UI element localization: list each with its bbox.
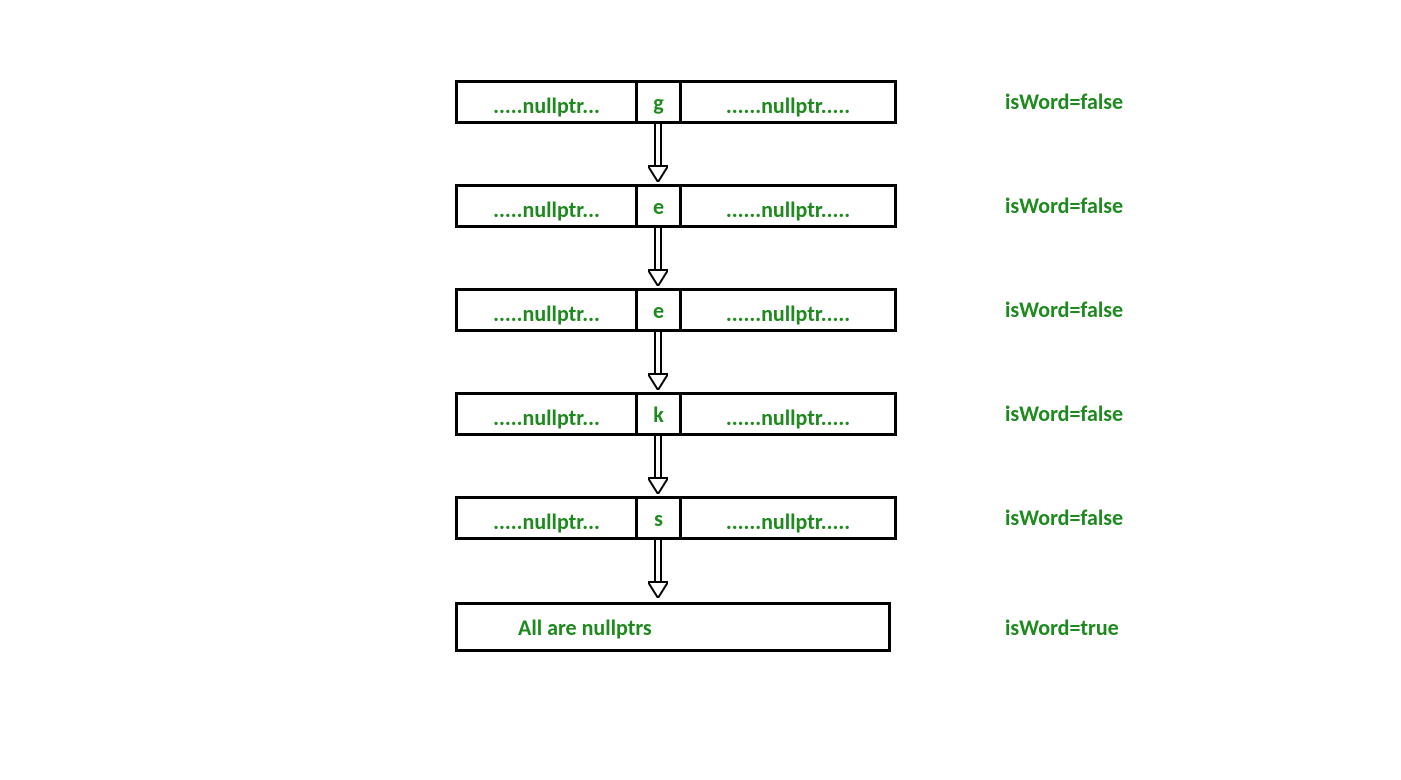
arrow-down-icon bbox=[648, 436, 668, 494]
node-left-cell: .....nullptr... bbox=[458, 291, 638, 329]
node-right-cell: ......nullptr..... bbox=[682, 83, 894, 121]
isword-label: isWord=false bbox=[1005, 296, 1123, 323]
node-left-cell: .....nullptr... bbox=[458, 187, 638, 225]
arrow-down-icon bbox=[648, 332, 668, 390]
node-left-cell: .....nullptr... bbox=[458, 395, 638, 433]
node-char-cell: k bbox=[638, 395, 682, 433]
isword-label: isWord=false bbox=[1005, 504, 1123, 531]
arrow-down-icon bbox=[648, 124, 668, 182]
node-right-cell: ......nullptr..... bbox=[682, 291, 894, 329]
trie-node: .....nullptr... e ......nullptr..... bbox=[455, 288, 897, 332]
trie-final-node: All are nullptrs bbox=[455, 602, 891, 652]
node-left-cell: .....nullptr... bbox=[458, 83, 638, 121]
node-char-cell: s bbox=[638, 499, 682, 537]
node-right-cell: ......nullptr..... bbox=[682, 499, 894, 537]
isword-label: isWord=false bbox=[1005, 88, 1123, 115]
isword-label: isWord=false bbox=[1005, 400, 1123, 427]
node-char-cell: g bbox=[638, 83, 682, 121]
trie-node: .....nullptr... g ......nullptr..... bbox=[455, 80, 897, 124]
final-node-text: All are nullptrs bbox=[518, 614, 652, 641]
isword-label: isWord=true bbox=[1005, 614, 1119, 641]
trie-node: .....nullptr... e ......nullptr..... bbox=[455, 184, 897, 228]
node-right-cell: ......nullptr..... bbox=[682, 187, 894, 225]
node-char-cell: e bbox=[638, 291, 682, 329]
trie-node: .....nullptr... k ......nullptr..... bbox=[455, 392, 897, 436]
node-left-cell: .....nullptr... bbox=[458, 499, 638, 537]
isword-label: isWord=false bbox=[1005, 192, 1123, 219]
node-right-cell: ......nullptr..... bbox=[682, 395, 894, 433]
node-char-cell: e bbox=[638, 187, 682, 225]
trie-node: .....nullptr... s ......nullptr..... bbox=[455, 496, 897, 540]
arrow-down-icon bbox=[648, 540, 668, 598]
arrow-down-icon bbox=[648, 228, 668, 286]
